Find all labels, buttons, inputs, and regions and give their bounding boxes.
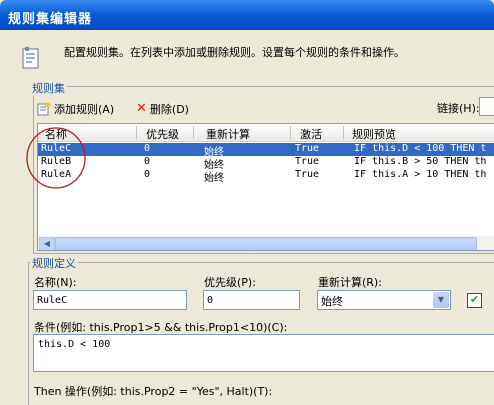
rule-set-group-label: 规则集 [30,80,67,96]
delete-rule-button[interactable]: ✕ 删除(D) [136,101,189,117]
condition-label: 条件(例如: this.Prop1>5 && this.Prop1<10)(C)… [34,321,288,334]
rule-preview: IF this.D < 100 THEN t [354,143,487,154]
rule-row-rulea[interactable]: RuleA 0 始终 True IF this.A > 10 THEN th [38,169,494,184]
window-title: 规则集编辑器 [8,12,93,27]
rule-active: True [295,169,320,180]
link-field[interactable] [479,97,494,116]
column-divider[interactable] [136,126,137,139]
rule-definition-group-label: 规则定义 [30,255,78,271]
delete-icon: ✕ [136,101,147,116]
col-active[interactable]: 激活 [300,126,322,142]
rule-priority: 0 [144,169,151,180]
col-reevaluation[interactable]: 重新计算 [206,126,250,142]
reevaluation-value: 始终 [321,295,343,308]
rule-row-rulec[interactable]: RuleC 0 始终 True IF this.D < 100 THEN t [38,143,494,158]
priority-input[interactable] [203,290,300,310]
rule-active: True [295,143,320,154]
priority-label: 优先级(P): [204,276,256,289]
rule-reeval: 始终 [204,173,224,184]
dialog-description: 配置规则集。在列表中添加或删除规则。设置每个规则的条件和操作。 [64,46,405,59]
col-preview[interactable]: 规则预览 [352,126,396,142]
column-divider[interactable] [343,126,344,139]
condition-textbox[interactable]: this.D < 100 [33,334,494,372]
reevaluation-select[interactable]: 始终 ▼ [317,290,451,310]
rule-name-input[interactable] [33,290,187,310]
column-divider[interactable] [290,126,291,139]
title-bar[interactable]: 规则集编辑器 [0,0,494,30]
chevron-down-icon[interactable]: ▼ [433,292,449,308]
add-rule-button[interactable]: 添加规则(A) [37,101,114,117]
rule-active: True [295,156,320,167]
scroll-thumb[interactable] [55,237,477,250]
rules-list[interactable]: 名称 优先级 重新计算 激活 规则预览 RuleC 0 始终 True IF t… [37,123,494,251]
column-divider[interactable] [193,126,194,139]
ruleset-icon [22,47,39,69]
col-priority[interactable]: 优先级 [146,126,179,142]
horizontal-scrollbar[interactable]: ◀ [38,236,494,250]
rule-set-editor-window: 规则集编辑器 配置规则集。在列表中添加或删除规则。设置每个规则的条件和操作。 规… [0,0,494,405]
delete-rule-label: 删除(D) [149,103,189,116]
rule-preview: IF this.A > 10 THEN th [354,169,487,180]
rule-priority: 0 [144,156,151,167]
link-label: 链接(H): [437,102,480,115]
name-label: 名称(N): [34,276,77,289]
rule-preview: IF this.B > 50 THEN th [354,156,487,167]
rules-list-header: 名称 优先级 重新计算 激活 规则预览 [38,124,494,142]
rule-priority: 0 [144,143,151,154]
reevaluation-label: 重新计算(R): [318,276,382,289]
rule-row-ruleb[interactable]: RuleB 0 始终 True IF this.B > 50 THEN th [38,156,494,171]
active-checkbox[interactable]: ✔ [467,293,482,308]
scroll-left-icon[interactable]: ◀ [39,237,55,250]
then-actions-label: Then 操作(例如: this.Prop2 = "Yes", Halt)(T)… [34,385,273,398]
add-rule-label: 添加规则(A) [54,103,115,116]
red-circle-annotation [26,127,86,189]
add-rule-icon [37,102,51,116]
